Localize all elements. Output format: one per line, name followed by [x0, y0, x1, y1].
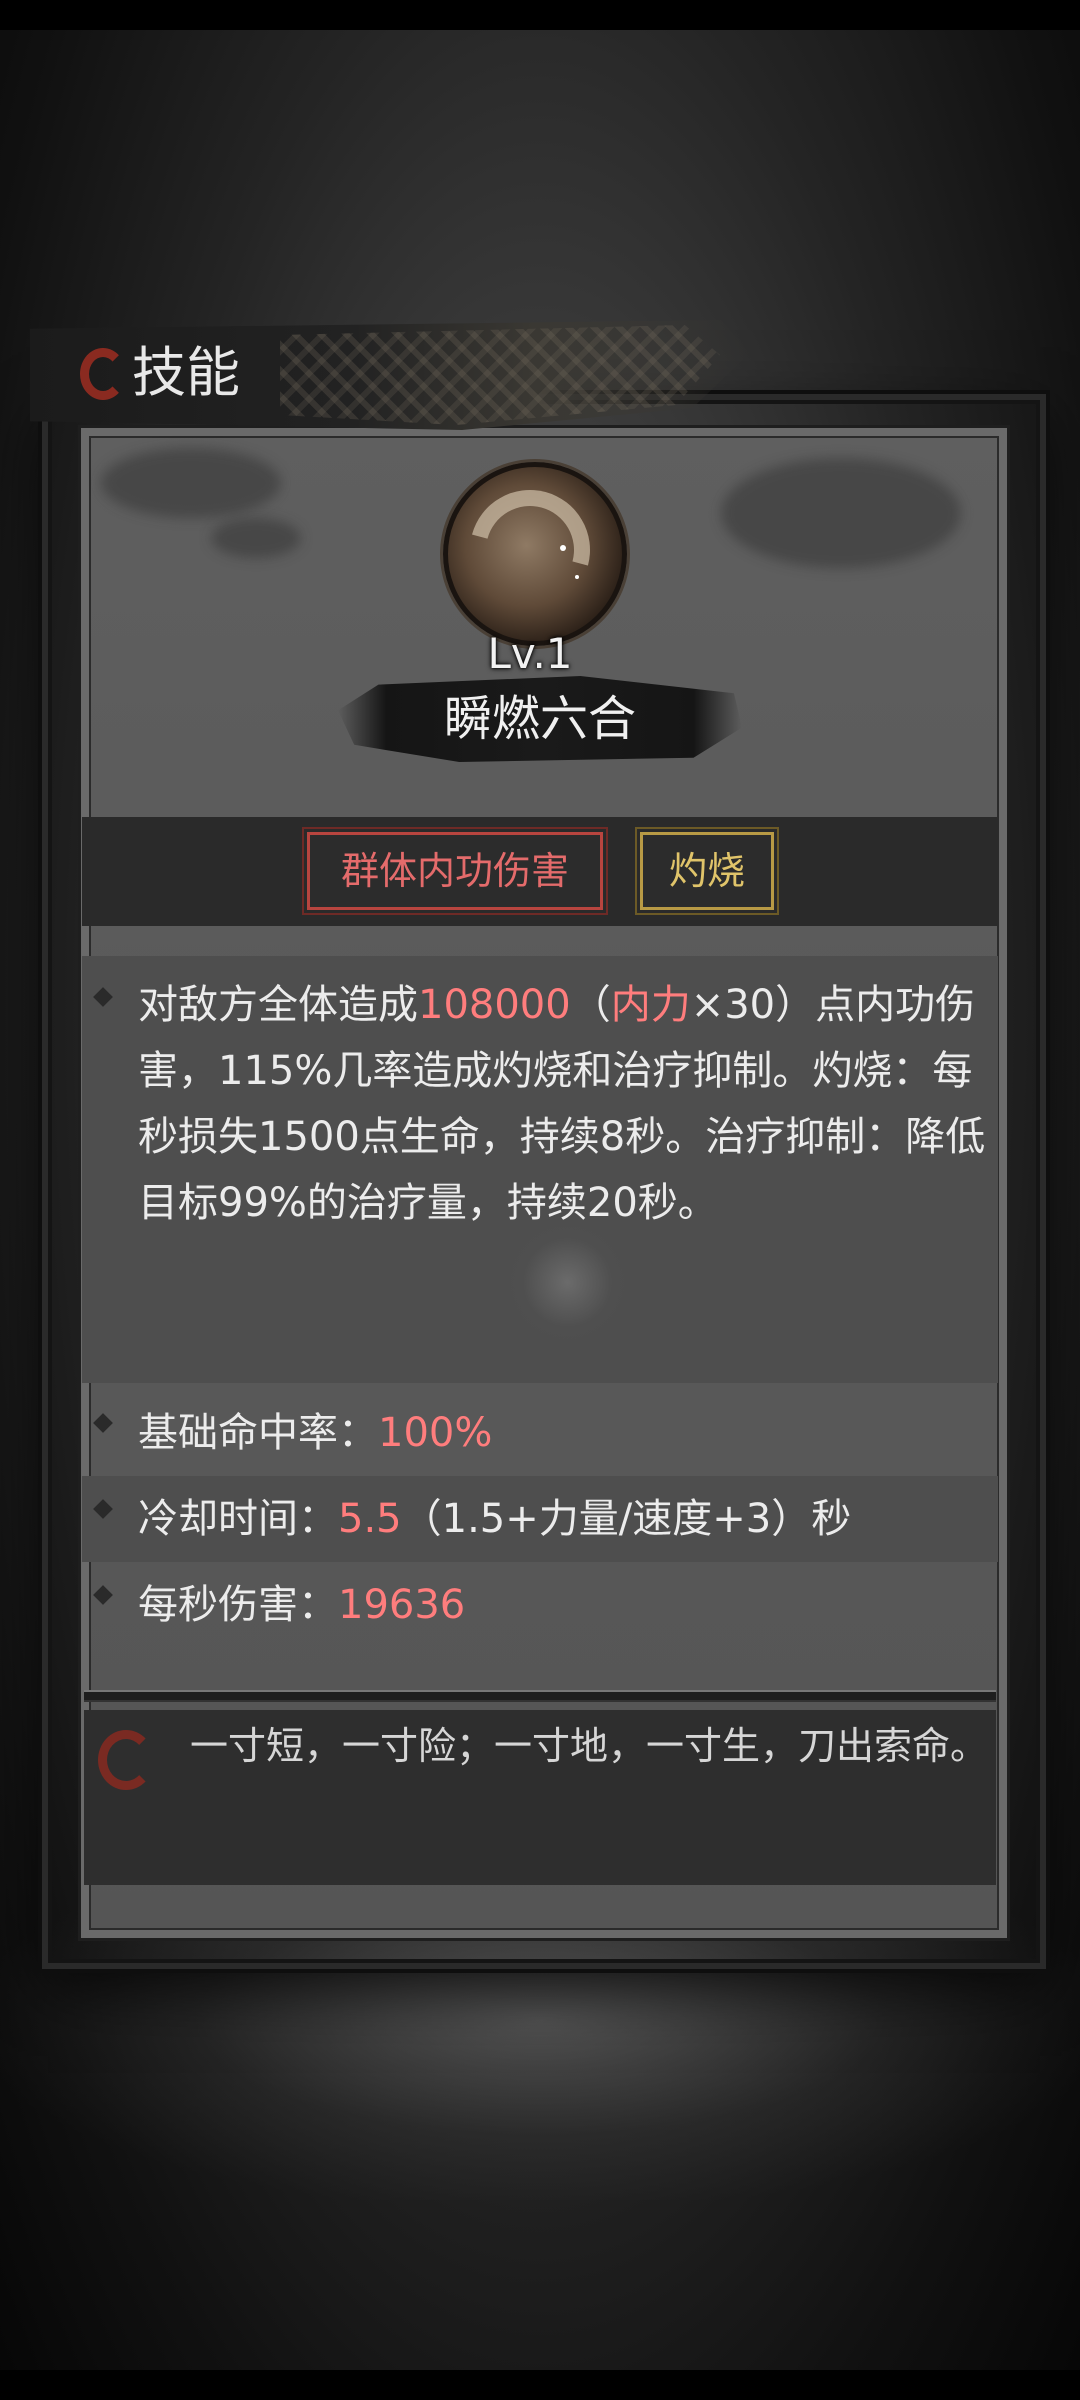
stat-row-hit-rate: 基础命中率：100%: [82, 1390, 998, 1476]
stat-row-cooldown: 冷却时间：5.5（1.5+力量/速度+3）秒: [82, 1476, 998, 1562]
diamond-bullet-icon: [93, 1499, 113, 1519]
skill-description: 对敌方全体造成108000（内力×30）点内功伤害，115%几率造成灼烧和治疗抑…: [138, 972, 998, 1236]
skill-name: 瞬燃六合: [443, 691, 636, 747]
status-bar: [0, 0, 1080, 30]
stat-value: 100%: [378, 1410, 493, 1456]
ink-stain: [101, 448, 281, 518]
stat-cooldown: 冷却时间：5.5（1.5+力量/速度+3）秒: [138, 1484, 851, 1554]
diamond-bullet-icon: [93, 1585, 113, 1605]
stat-value: 5.5: [338, 1496, 402, 1542]
stat-label: 基础命中率：: [138, 1410, 378, 1456]
stat-formula: （1.5+力量/速度+3）秒: [401, 1496, 852, 1542]
stat-row-dps: 每秒伤害：19636: [82, 1562, 998, 1648]
skill-detail-screen: 技能 Lv.1 瞬燃六合 群体内功伤害 灼烧 对敌方全体造成108000（内力×…: [0, 0, 1080, 2400]
description-text: （: [570, 982, 611, 1028]
sparkle-icon: [575, 575, 579, 579]
tag-group-internal-damage: 群体内功伤害: [302, 827, 608, 915]
navigation-bar: [0, 2370, 1080, 2400]
stat-value: 19636: [338, 1582, 466, 1628]
orb-icon: [505, 1220, 630, 1345]
diamond-bullet-icon: [93, 1413, 113, 1433]
panel-title: 技能: [132, 341, 240, 404]
stat-dps: 每秒伤害：19636: [138, 1570, 465, 1640]
ink-stain: [721, 458, 961, 568]
tag-burn: 灼烧: [635, 827, 779, 915]
sparkle-icon: [560, 545, 566, 551]
damage-value: 108000: [418, 982, 571, 1028]
ink-stain: [211, 518, 301, 558]
skill-quote: 一寸短，一寸险；一寸地，一寸生，刀出索命。: [190, 1724, 989, 1768]
stat-label: 冷却时间：: [138, 1496, 338, 1542]
stat-label: 每秒伤害：: [138, 1582, 338, 1628]
description-text: 对敌方全体造成: [138, 982, 418, 1028]
crescent-icon: [98, 1730, 154, 1790]
skill-level: Lv.1: [487, 629, 573, 678]
stat-hit-rate: 基础命中率：100%: [138, 1398, 492, 1468]
divider: [84, 1690, 996, 1702]
scaling-stat: 内力: [610, 982, 691, 1028]
crescent-icon: [80, 348, 126, 400]
